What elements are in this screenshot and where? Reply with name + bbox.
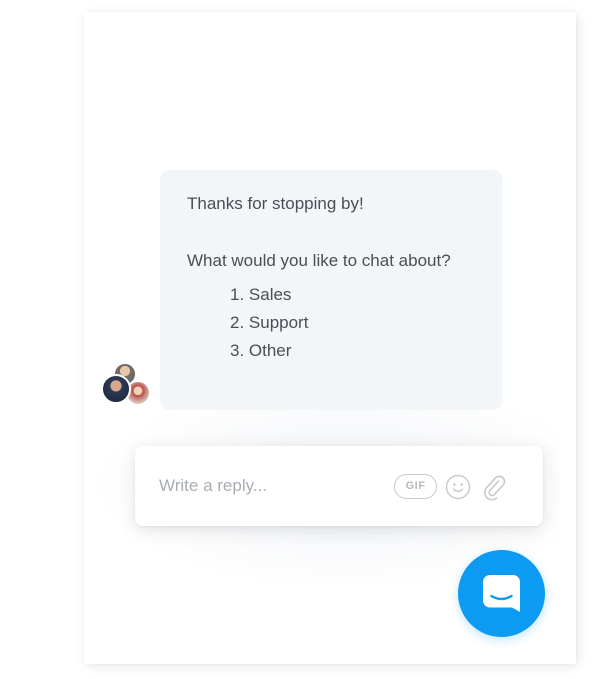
gif-button[interactable]: GIF bbox=[394, 474, 437, 499]
reply-input[interactable] bbox=[159, 473, 389, 499]
option-sales: 1. Sales bbox=[230, 285, 292, 304]
option-list: 1. Sales 2. Support 3. Other bbox=[230, 281, 476, 365]
team-avatars bbox=[101, 362, 153, 408]
option-other: 3. Other bbox=[230, 341, 292, 360]
greeting-text: Thanks for stopping by! bbox=[187, 194, 364, 213]
option-support: 2. Support bbox=[230, 313, 309, 332]
avatar bbox=[101, 374, 131, 404]
question-text: What would you like to chat about? bbox=[187, 251, 451, 270]
reply-composer: GIF bbox=[135, 446, 543, 526]
chat-launcher-button[interactable] bbox=[458, 550, 545, 637]
message-bubble: Thanks for stopping by! What would you l… bbox=[160, 170, 503, 410]
chat-bubble-icon bbox=[483, 575, 520, 612]
smiley-icon[interactable] bbox=[445, 474, 471, 500]
paperclip-icon[interactable] bbox=[481, 473, 507, 501]
